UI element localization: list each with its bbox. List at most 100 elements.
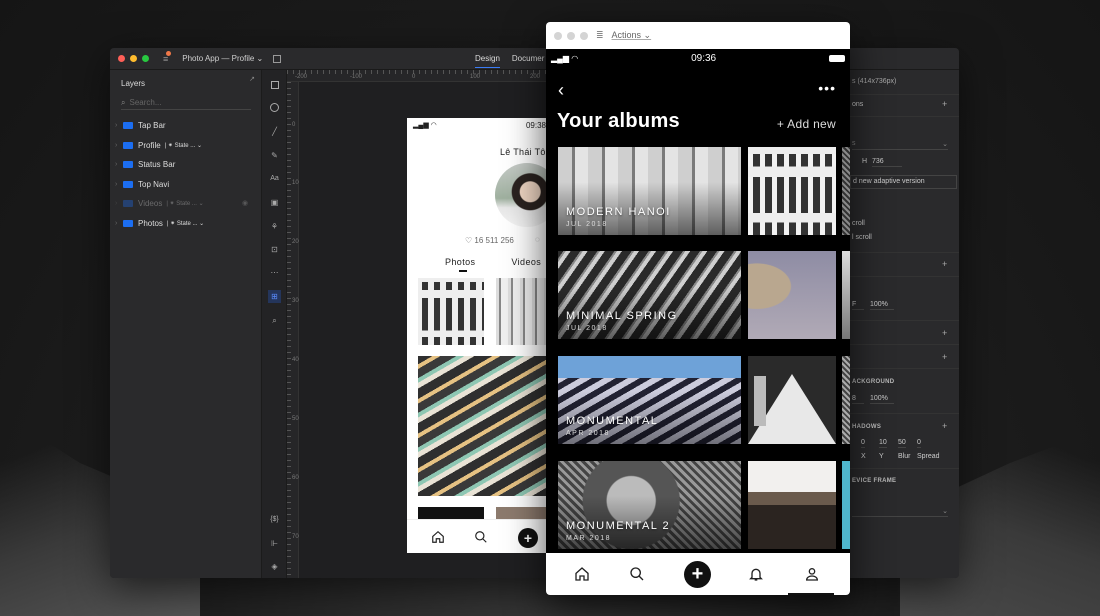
add-icon[interactable]: + (942, 328, 947, 338)
state-dropdown[interactable]: | ⁕ State ... ⌄ (165, 142, 202, 149)
album-card[interactable]: MONUMENTAL APR 2018 (558, 356, 741, 444)
add-icon[interactable]: + (518, 528, 538, 548)
more-tools-icon[interactable]: ⋯ (268, 266, 281, 279)
add-shadow-icon[interactable]: + (942, 421, 947, 431)
shadow-y-input[interactable]: 10 (879, 439, 887, 448)
album-card[interactable]: MODERN HANOI JUL 2018 (558, 147, 741, 235)
search-icon[interactable] (629, 566, 645, 582)
component-tool-icon[interactable]: ⚘ (268, 220, 281, 233)
status-bar: ▂▄▆ ◠ 09:36 (551, 52, 845, 64)
variables-icon[interactable]: {$} (268, 513, 281, 526)
visibility-icon[interactable]: ◉ (242, 199, 248, 207)
layers-search-input[interactable]: ⌕ Search... (121, 96, 251, 110)
text-tool-icon[interactable]: Aa (268, 172, 281, 185)
close-button[interactable] (554, 31, 562, 40)
device-frame-dropdown[interactable]: ⌄ (852, 507, 948, 517)
chevron-right-icon[interactable]: › (115, 161, 123, 168)
layers-panel: Layers ↗ ⌕ Search... › Tap Bar › Profile | ⁕… (110, 70, 262, 578)
scroll-option[interactable]: croll (852, 220, 865, 227)
line-tool-icon[interactable]: ╱ (268, 125, 281, 138)
heart-icon: ♡ (465, 236, 473, 245)
more-options-icon[interactable]: ••• (818, 80, 836, 96)
layer-item[interactable]: › Profile | ⁕ State ... ⌄ (115, 138, 202, 152)
add-icon[interactable]: + (942, 259, 947, 269)
profile-icon[interactable] (804, 566, 820, 582)
profile-artboard[interactable]: ▂▄▆ ◠ 09:38 Lê Thái Tô ♡ 16 511 256 ◌ Ph… (407, 118, 550, 553)
add-icon[interactable]: + (942, 352, 947, 362)
layer-item[interactable]: › Photos | ⁕ State ... ⌄ (115, 216, 204, 230)
page-selector[interactable]: Profile ⌄ (232, 54, 264, 63)
album-card[interactable]: MINIMAL SPRING JUL 2018 (558, 251, 741, 339)
add-icon[interactable]: + (684, 561, 711, 588)
title-separator: — (221, 54, 230, 63)
add-new-button[interactable]: + Add new (777, 117, 836, 131)
zoom-tool-icon[interactable]: ⌕ (268, 314, 281, 327)
album-thumbnail[interactable] (748, 356, 836, 444)
chevron-right-icon[interactable]: › (115, 220, 123, 227)
grid-tool-icon[interactable]: ⊞ (268, 290, 281, 303)
home-icon[interactable] (574, 566, 590, 582)
preview-window: ≣ Actions ⌄ ▂▄▆ ◠ 09:36 ‹ ••• Your album… (546, 22, 850, 595)
state-dropdown[interactable]: | ⁕ State ... ⌄ (166, 200, 203, 207)
state-dropdown[interactable]: | ⁕ State ... ⌄ (167, 220, 204, 227)
layer-item[interactable]: › Top Navi (115, 177, 169, 191)
close-button[interactable] (118, 55, 125, 62)
tab-document[interactable]: Documer (512, 54, 544, 68)
album-thumbnail[interactable] (748, 251, 836, 339)
folder-icon (123, 160, 133, 168)
layer-item[interactable]: › Status Bar (115, 157, 175, 171)
maximize-button[interactable] (142, 55, 149, 62)
bell-icon[interactable] (748, 566, 764, 582)
add-adaptive-version-button[interactable]: d new adaptive version (850, 175, 957, 189)
status-time: 09:36 (691, 52, 717, 64)
ellipse-tool-icon[interactable] (268, 101, 281, 114)
background-hex-input[interactable]: 8 (852, 395, 864, 404)
photo-thumbnail[interactable] (496, 278, 550, 345)
height-input[interactable]: 736 (872, 158, 902, 167)
fill-hex-input[interactable]: F (852, 301, 864, 310)
add-icon[interactable]: + (942, 99, 947, 109)
album-name: MONUMENTAL (566, 415, 659, 427)
image-tool-icon[interactable]: ▣ (268, 196, 281, 209)
hierarchy-icon[interactable]: ⊩ (268, 537, 281, 550)
shadow-spread-input[interactable]: 0 (917, 439, 921, 448)
shadow-x-input[interactable]: 0 (861, 439, 865, 448)
layer-item-hidden[interactable]: › Videos | ⁕ State ... ⌄ ◉ (115, 196, 255, 210)
fill-opacity-input[interactable]: 100% (870, 301, 894, 310)
album-thumbnail[interactable] (748, 147, 836, 235)
chevron-right-icon[interactable]: › (115, 200, 123, 207)
layer-item[interactable]: › Tap Bar (115, 118, 166, 132)
scroll-option[interactable]: l scroll (852, 234, 872, 241)
plugins-icon[interactable]: ◈ (268, 560, 281, 573)
chevron-right-icon[interactable]: › (115, 122, 123, 129)
section-label: ons (852, 101, 864, 108)
expand-icon[interactable]: ↗ (249, 75, 255, 83)
album-date: APR 2018 (566, 430, 610, 437)
chevron-right-icon[interactable]: › (115, 142, 123, 149)
photo-thumbnail[interactable] (418, 278, 484, 345)
minimize-button[interactable] (130, 55, 137, 62)
chevron-right-icon[interactable]: › (115, 181, 123, 188)
document-icon[interactable] (273, 54, 282, 63)
pen-tool-icon[interactable]: ✎ (268, 149, 281, 162)
shadow-blur-input[interactable]: 50 (898, 439, 906, 448)
rectangle-tool-icon[interactable] (268, 78, 281, 91)
back-chevron-icon[interactable]: ‹ (558, 80, 564, 101)
search-icon[interactable] (473, 529, 489, 545)
tab-photos[interactable]: Photos (445, 257, 475, 272)
album-card[interactable]: MONUMENTAL 2 MAR 2018 (558, 461, 741, 549)
folder-icon (123, 180, 133, 188)
artboard-tool-icon[interactable]: ⊡ (268, 243, 281, 256)
home-icon[interactable] (430, 529, 446, 545)
maximize-button[interactable] (580, 31, 588, 40)
album-thumbnail[interactable] (748, 461, 836, 549)
tab-videos[interactable]: Videos (511, 257, 541, 267)
minimize-button[interactable] (567, 31, 575, 40)
preset-dropdown[interactable]: s ⌄ (852, 140, 948, 150)
photo-thumbnail-large[interactable] (418, 356, 550, 496)
tab-design[interactable]: Design (475, 54, 500, 68)
component-folder-icon (123, 199, 133, 207)
background-opacity-input[interactable]: 100% (870, 395, 894, 404)
actions-dropdown[interactable]: Actions ⌄ (612, 30, 652, 41)
hamburger-menu-icon[interactable]: ≡ (163, 50, 172, 64)
